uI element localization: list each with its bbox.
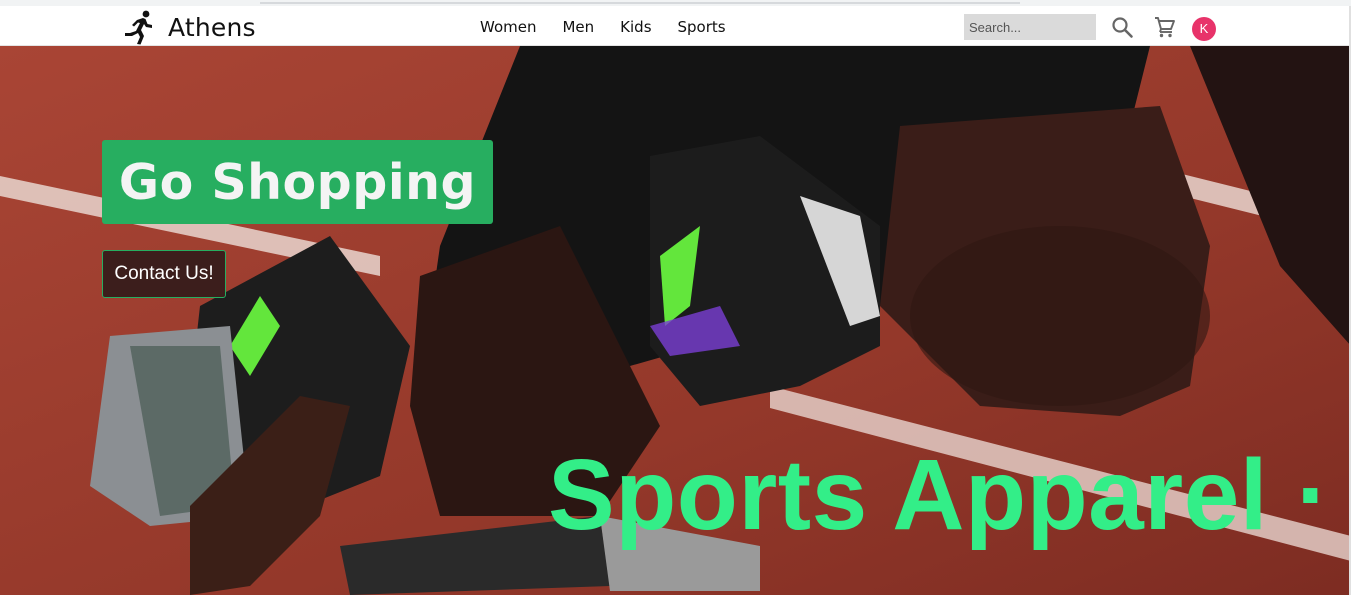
user-avatar[interactable]: K [1192, 17, 1216, 41]
top-navbar: Athens Women Men Kids Sports K [0, 6, 1351, 46]
brand-name: Athens [168, 12, 256, 42]
hero-marquee-text: Sports Apparel · [548, 439, 1331, 551]
hero-banner: Go Shopping Contact Us! Sports Apparel · [0, 46, 1351, 595]
brand[interactable]: Athens [122, 9, 256, 45]
nav-item-sports[interactable]: Sports [678, 18, 726, 36]
runner-icon [125, 10, 152, 45]
hero-headline: Go Shopping [102, 140, 493, 224]
search-input[interactable] [964, 14, 1096, 40]
search-button[interactable] [1110, 15, 1134, 39]
nav-item-women[interactable]: Women [480, 18, 536, 36]
cart-button[interactable] [1153, 15, 1177, 39]
cart-icon [1155, 17, 1175, 38]
nav-item-kids[interactable]: Kids [620, 18, 651, 36]
main-menu: Women Men Kids Sports [480, 18, 752, 36]
top-strip-bar [260, 2, 1020, 4]
nav-item-men[interactable]: Men [562, 18, 594, 36]
search-icon [1112, 17, 1133, 38]
contact-button[interactable]: Contact Us! [102, 250, 226, 298]
